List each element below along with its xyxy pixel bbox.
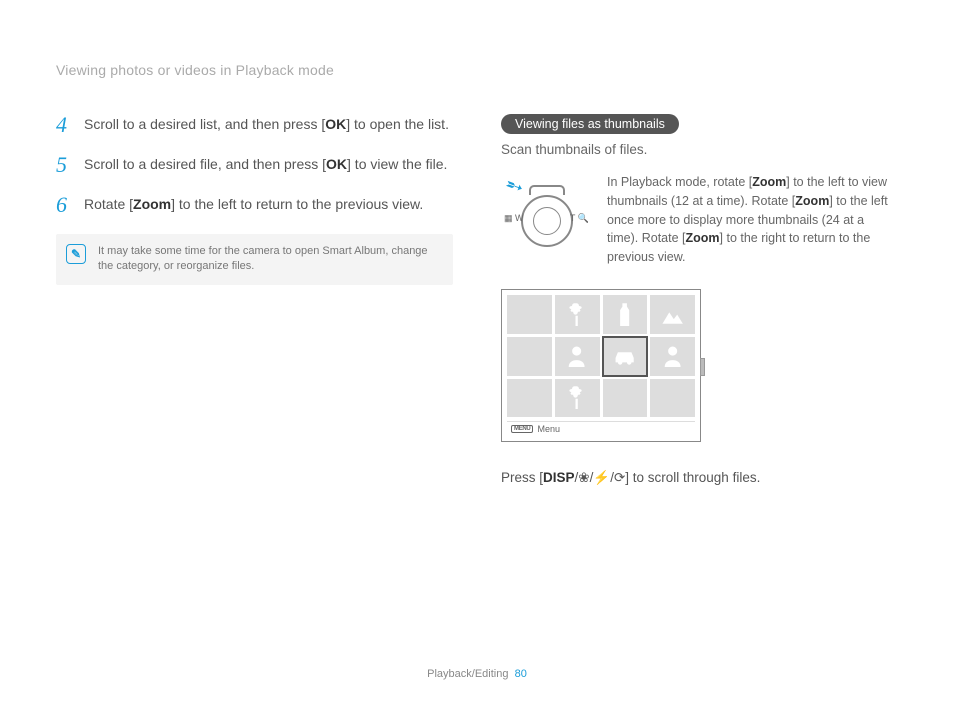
car-icon	[609, 342, 640, 369]
ok-label: OK	[325, 116, 346, 132]
macro-icon: ❀	[578, 470, 589, 485]
page-number: 80	[515, 668, 527, 680]
page-header: Viewing photos or videos in Playback mod…	[56, 62, 898, 78]
thumbnail-scrollbar	[700, 358, 705, 376]
thumbnail	[507, 337, 552, 376]
note-icon: ✎	[66, 244, 86, 264]
thumbnail	[555, 337, 600, 376]
step-text: Rotate [Zoom] to the left to return to t…	[84, 194, 423, 214]
step-5: 5 Scroll to a desired file, and then pre…	[56, 154, 453, 176]
thumbnail	[650, 295, 695, 334]
rotate-left-arrow-icon: ➴	[500, 170, 528, 201]
disp-label: DISP	[543, 470, 575, 485]
step-pre: Rotate [	[84, 196, 133, 212]
zoom-t-label: T 🔍	[570, 213, 589, 224]
flower-icon	[561, 384, 592, 411]
section-pill: Viewing files as thumbnails	[501, 114, 679, 134]
footer-section: Playback/Editing	[427, 668, 508, 680]
thumbnail-selected	[603, 337, 648, 376]
step-post: ] to view the file.	[347, 156, 447, 172]
left-column: 4 Scroll to a desired list, and then pre…	[56, 114, 453, 648]
step-6: 6 Rotate [Zoom] to the left to return to…	[56, 194, 453, 216]
step-post: ] to open the list.	[346, 116, 449, 132]
timer-icon: ⟳	[614, 470, 625, 485]
thumbnail	[650, 379, 695, 418]
note-text: It may take some time for the camera to …	[98, 244, 441, 275]
zoom-dial-illustration: ➴ ▦ W T 🔍	[501, 173, 591, 263]
thumbnail	[603, 379, 648, 418]
step-number: 6	[56, 194, 74, 216]
step-pre: Scroll to a desired file, and then press…	[84, 156, 326, 172]
step-post: ] to the left to return to the previous …	[171, 196, 423, 212]
menu-bar: MENU Menu	[507, 421, 695, 436]
flower-icon	[561, 301, 592, 328]
thumbnail	[603, 295, 648, 334]
note-box: ✎ It may take some time for the camera t…	[56, 234, 453, 285]
section-subtext: Scan thumbnails of files.	[501, 142, 898, 157]
page-footer: Playback/Editing 80	[56, 648, 898, 680]
thumbnail	[650, 337, 695, 376]
thumbnail	[507, 379, 552, 418]
step-text: Scroll to a desired file, and then press…	[84, 154, 447, 174]
thumbnail	[507, 295, 552, 334]
step-number: 5	[56, 154, 74, 176]
zoom-label: Zoom	[133, 196, 171, 212]
step-number: 4	[56, 114, 74, 136]
thumbnail	[555, 379, 600, 418]
mountain-icon	[657, 301, 688, 328]
menu-badge-icon: MENU	[511, 425, 533, 433]
bottle-icon	[609, 301, 640, 328]
person-icon	[657, 342, 688, 369]
zoom-description: In Playback mode, rotate [Zoom] to the l…	[607, 173, 898, 267]
thumbnail-screen: MENU Menu	[501, 289, 701, 443]
right-column: Viewing files as thumbnails Scan thumbna…	[501, 114, 898, 648]
flash-icon: ⚡	[593, 470, 610, 485]
thumbnail	[555, 295, 600, 334]
step-4: 4 Scroll to a desired list, and then pre…	[56, 114, 453, 136]
scroll-instruction: Press [DISP/❀/⚡/⟳] to scroll through fil…	[501, 470, 898, 486]
step-text: Scroll to a desired list, and then press…	[84, 114, 449, 134]
ok-label: OK	[326, 156, 347, 172]
zoom-w-label: ▦ W	[504, 213, 524, 224]
person-icon	[561, 342, 592, 369]
step-pre: Scroll to a desired list, and then press…	[84, 116, 325, 132]
menu-label: Menu	[537, 424, 560, 434]
